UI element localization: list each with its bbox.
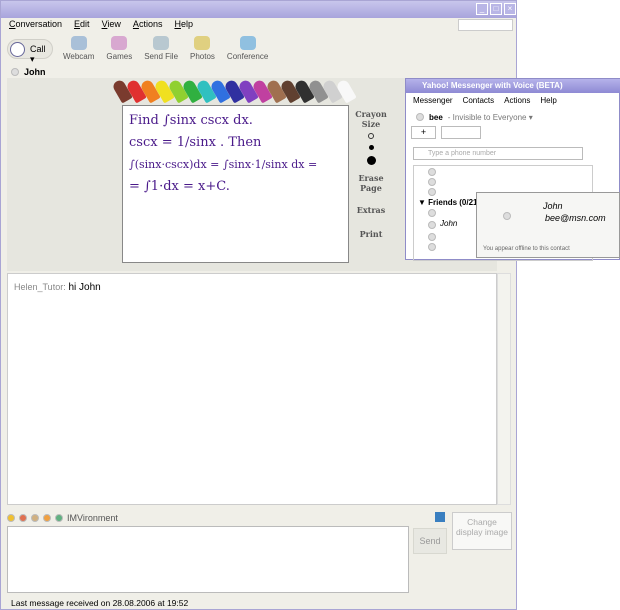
size-large[interactable] [366,156,376,165]
font-icon[interactable] [31,514,39,522]
photos-button[interactable]: Photos [190,36,215,61]
imvironment-icon[interactable] [55,514,63,522]
conference-icon [239,36,256,50]
menu-contacts[interactable]: Contacts [463,96,495,105]
contact-email: bee@msn.com [545,213,606,223]
contact-tooltip: John bee@msn.com You appear offline to t… [476,192,620,258]
status-bar: Last message received on 28.08.2006 at 1… [11,598,189,608]
chat-message: Helen_Tutor: hi John [14,282,101,293]
search-input[interactable] [458,19,513,31]
avatar [416,113,424,121]
chat-history: Helen_Tutor: hi John [7,273,497,505]
menu-actions[interactable]: Actions [133,19,163,29]
photos-icon [194,36,211,50]
compose-toolbar: IMVironment [7,512,118,524]
audible-icon[interactable] [19,514,27,522]
extras-button[interactable]: Extras [351,205,391,215]
contact-header: John [11,66,46,78]
view-toggle[interactable] [441,126,481,139]
yahoo-menu: Messenger Contacts Actions Help [413,96,557,105]
change-display-image-button[interactable]: Change display image [452,512,512,550]
status-icon [11,68,19,76]
menu-actions[interactable]: Actions [504,96,530,105]
games-icon [111,36,128,50]
send-button[interactable]: Send [413,528,447,554]
send-file-icon [153,36,170,50]
size-small[interactable] [368,133,374,139]
call-button[interactable]: Call ▾ [7,39,53,64]
crayon-palette [111,78,357,104]
minimize-button[interactable]: _ [476,3,488,15]
menu-conversation[interactable]: Conversation [9,19,62,29]
menu-messenger[interactable]: Messenger [413,96,453,105]
phone-number-input[interactable]: Type a phone number [413,147,583,160]
menu-bar: Conversation Edit View Actions Help [9,19,193,29]
imvironment-button[interactable]: IMVironment [67,513,118,523]
chat-scrollbar[interactable] [497,273,511,505]
user-status[interactable]: bee - Invisible to Everyone ▾ [416,111,533,123]
toolbar: Webcam Games Send File Photos Conference [63,36,268,61]
menu-view[interactable]: View [102,19,121,29]
whiteboard-tools: Crayon Size Erase Page Extras Print [351,109,391,239]
add-contact-button[interactable]: + [411,126,436,139]
print-button[interactable]: Print [351,229,391,239]
webcam-button[interactable]: Webcam [63,36,94,61]
games-button[interactable]: Games [106,36,132,61]
webcam-icon [70,36,87,50]
title-bar: _ □ × [1,1,516,18]
erase-page-button[interactable]: Erase Page [351,173,391,193]
message-input[interactable] [7,526,409,593]
size-medium[interactable] [368,145,374,150]
close-button[interactable]: × [504,3,516,15]
drawing-canvas[interactable]: Find ∫sinx cscx dx. cscx = 1/sinx . Then… [122,105,349,263]
yahoo-title-bar: Yahoo! Messenger with Voice (BETA) [406,79,620,93]
contact-card-icon[interactable] [435,512,445,522]
menu-edit[interactable]: Edit [74,19,90,29]
maximize-button[interactable]: □ [490,3,502,15]
send-file-button[interactable]: Send File [144,36,178,61]
conference-button[interactable]: Conference [227,36,268,61]
emoticon-icon[interactable] [7,514,15,522]
menu-help[interactable]: Help [174,19,193,29]
contact-avatar [503,212,511,220]
nudge-icon[interactable] [43,514,51,522]
menu-help[interactable]: Help [540,96,556,105]
crayon-size-label: Crayon Size [355,109,387,129]
phone-icon [10,42,25,57]
